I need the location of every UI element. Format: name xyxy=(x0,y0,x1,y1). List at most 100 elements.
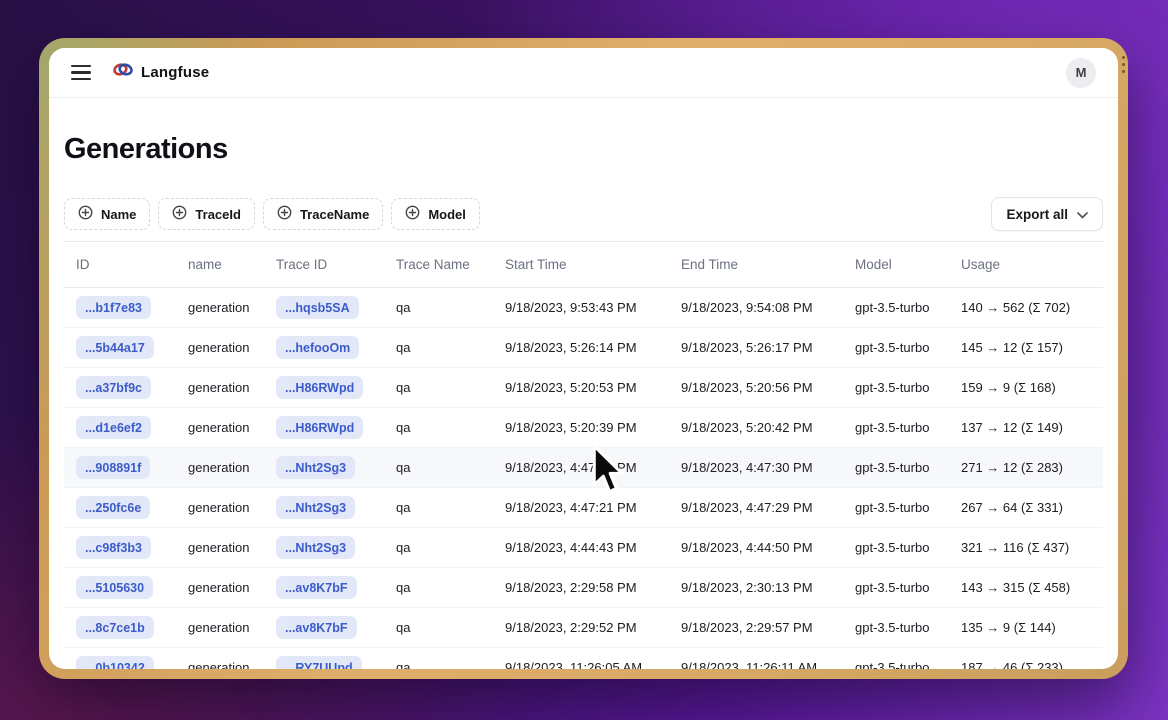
table-row[interactable]: ...0b10342 generation ...RY7UUpd qa9/18/202… xyxy=(64,648,1103,669)
cell-id: ...c98f3b3 xyxy=(64,536,176,560)
column-header-trace-name: Trace Name xyxy=(384,257,493,272)
table-header-row: IDnameTrace IDTrace NameStart TimeEnd Ti… xyxy=(64,241,1103,288)
cell-end: 9/18/2023, 4:47:30 PM xyxy=(669,460,843,475)
cell-model: gpt-3.5-turbo xyxy=(843,380,949,395)
cell-trace-id: ...hqsb5SA xyxy=(264,296,384,320)
cell-id: ...908891f xyxy=(64,456,176,480)
table-row[interactable]: ...a37bf9cgeneration...H86RWpdqa9/18/202… xyxy=(64,368,1103,408)
column-header-end-time: End Time xyxy=(669,257,843,272)
table-row[interactable]: ...d1e6ef2 generation ...H86RWpd qa9/18/202… xyxy=(64,408,1103,448)
cell-name: generation xyxy=(176,380,264,395)
generation-id-badge[interactable]: ...c98f3b3 xyxy=(76,536,151,560)
generation-id-badge[interactable]: ...5b44a17 xyxy=(76,336,154,360)
trace-id-badge[interactable]: ...Nht2Sg3 xyxy=(276,536,355,560)
cell-model: gpt-3.5-turbo xyxy=(843,420,949,435)
cell-model: gpt-3.5-turbo xyxy=(843,540,949,555)
export-all-button[interactable]: Export all xyxy=(991,197,1103,231)
table-row[interactable]: ...8c7ce1bgeneration...av8K7bFqa9/18/202… xyxy=(64,608,1103,648)
filter-button-tracename[interactable]: TraceName xyxy=(263,198,383,230)
desktop-background: Langfuse M Generations NameTraceIdTraceN… xyxy=(0,0,1168,720)
cell-id: ...8c7ce1b xyxy=(64,616,176,640)
app-header-bar: Langfuse M xyxy=(49,48,1118,98)
cell-name: generation xyxy=(176,620,264,635)
filter-label: TraceId xyxy=(195,207,241,222)
column-header-id: ID xyxy=(64,257,176,272)
cell-trace-id: ...Nht2Sg3 xyxy=(264,496,384,520)
trace-id-badge[interactable]: ...RY7UUpd xyxy=(276,656,362,669)
langfuse-app-window: Langfuse M Generations NameTraceIdTraceN… xyxy=(49,48,1118,669)
langfuse-knot-logo-icon xyxy=(113,62,133,82)
table-row[interactable]: ...5b44a17generation...hefooOmqa9/18/202… xyxy=(64,328,1103,368)
cell-trace-id: ...hefooOm xyxy=(264,336,384,360)
table-row[interactable]: ...250fc6egeneration...Nht2Sg3qa9/18/202… xyxy=(64,488,1103,528)
cell-model: gpt-3.5-turbo xyxy=(843,500,949,515)
cell-start: 9/18/2023, 5:20:39 PM xyxy=(493,420,669,435)
trace-id-badge[interactable]: ...av8K7bF xyxy=(276,576,357,600)
table-body: ...b1f7e83generation...hqsb5SAqa9/18/202… xyxy=(64,288,1103,669)
cell-trace-id: ...av8K7bF xyxy=(264,616,384,640)
generation-id-badge[interactable]: ...5105630 xyxy=(76,576,153,600)
cell-start: 9/18/2023, 4:47:23 PM xyxy=(493,460,669,475)
generation-id-badge[interactable]: ...908891f xyxy=(76,456,150,480)
table-row[interactable]: ...908891fgeneration...Nht2Sg3qa9/18/202… xyxy=(64,448,1103,488)
cell-trace-name: qa xyxy=(384,300,493,315)
cell-name: generation xyxy=(176,500,264,515)
filter-label: Name xyxy=(101,207,136,222)
user-avatar[interactable]: M xyxy=(1066,58,1096,88)
cell-usage: 145 → 12 (Σ 157) xyxy=(949,340,1103,355)
trace-id-badge[interactable]: ...hqsb5SA xyxy=(276,296,359,320)
cell-id: ...250fc6e xyxy=(64,496,176,520)
cell-usage: 143 → 315 (Σ 458) xyxy=(949,580,1103,595)
cell-trace-id: ...av8K7bF xyxy=(264,576,384,600)
cell-start: 9/18/2023, 11:26:05 AM xyxy=(493,660,669,669)
trace-id-badge[interactable]: ...hefooOm xyxy=(276,336,359,360)
brand-name: Langfuse xyxy=(141,64,209,81)
cell-start: 9/18/2023, 5:20:53 PM xyxy=(493,380,669,395)
generation-id-badge[interactable]: ...0b10342 xyxy=(76,656,154,669)
plus-circle-icon xyxy=(277,205,292,223)
cell-model: gpt-3.5-turbo xyxy=(843,580,949,595)
cell-name: generation xyxy=(176,420,264,435)
table-row[interactable]: ...b1f7e83generation...hqsb5SAqa9/18/202… xyxy=(64,288,1103,328)
app-window-frame: Langfuse M Generations NameTraceIdTraceN… xyxy=(39,38,1128,679)
column-header-trace-id: Trace ID xyxy=(264,257,384,272)
filter-button-traceid[interactable]: TraceId xyxy=(158,198,255,230)
cell-id: ...a37bf9c xyxy=(64,376,176,400)
trace-id-badge[interactable]: ...H86RWpd xyxy=(276,376,363,400)
cell-start: 9/18/2023, 4:47:21 PM xyxy=(493,500,669,515)
plus-circle-icon xyxy=(78,205,93,223)
toolbar: Name TraceId TraceNameModel Export all xyxy=(64,197,1103,231)
filter-bar: Name TraceId TraceNameModel xyxy=(64,198,480,230)
filter-button-name[interactable]: Name xyxy=(64,198,150,230)
cell-model: gpt-3.5-turbo xyxy=(843,300,949,315)
brand[interactable]: Langfuse xyxy=(113,62,209,82)
generation-id-badge[interactable]: ...b1f7e83 xyxy=(76,296,151,320)
cell-start: 9/18/2023, 2:29:58 PM xyxy=(493,580,669,595)
generation-id-badge[interactable]: ...a37bf9c xyxy=(76,376,151,400)
cell-end: 9/18/2023, 2:29:57 PM xyxy=(669,620,843,635)
trace-id-badge[interactable]: ...H86RWpd xyxy=(276,416,363,440)
generation-id-badge[interactable]: ...d1e6ef2 xyxy=(76,416,151,440)
trace-id-badge[interactable]: ...Nht2Sg3 xyxy=(276,456,355,480)
chevron-down-icon xyxy=(1077,207,1088,222)
menu-icon[interactable] xyxy=(71,62,91,83)
cell-start: 9/18/2023, 5:26:14 PM xyxy=(493,340,669,355)
cell-name: generation xyxy=(176,660,264,669)
cell-trace-name: qa xyxy=(384,420,493,435)
trace-id-badge[interactable]: ...Nht2Sg3 xyxy=(276,496,355,520)
cell-name: generation xyxy=(176,540,264,555)
table-row[interactable]: ...c98f3b3generation...Nht2Sg3qa9/18/202… xyxy=(64,528,1103,568)
filter-button-model[interactable]: Model xyxy=(391,198,480,230)
generation-id-badge[interactable]: ...8c7ce1b xyxy=(76,616,154,640)
column-header-usage: Usage xyxy=(949,257,1103,272)
cell-start: 9/18/2023, 9:53:43 PM xyxy=(493,300,669,315)
plus-circle-icon xyxy=(405,205,420,223)
cell-trace-id: ...H86RWpd xyxy=(264,376,384,400)
cell-trace-name: qa xyxy=(384,660,493,669)
cell-trace-name: qa xyxy=(384,540,493,555)
generation-id-badge[interactable]: ...250fc6e xyxy=(76,496,150,520)
frame-edge-dots xyxy=(1122,56,1125,73)
cell-end: 9/18/2023, 5:26:17 PM xyxy=(669,340,843,355)
table-row[interactable]: ...5105630generation...av8K7bFqa9/18/202… xyxy=(64,568,1103,608)
trace-id-badge[interactable]: ...av8K7bF xyxy=(276,616,357,640)
